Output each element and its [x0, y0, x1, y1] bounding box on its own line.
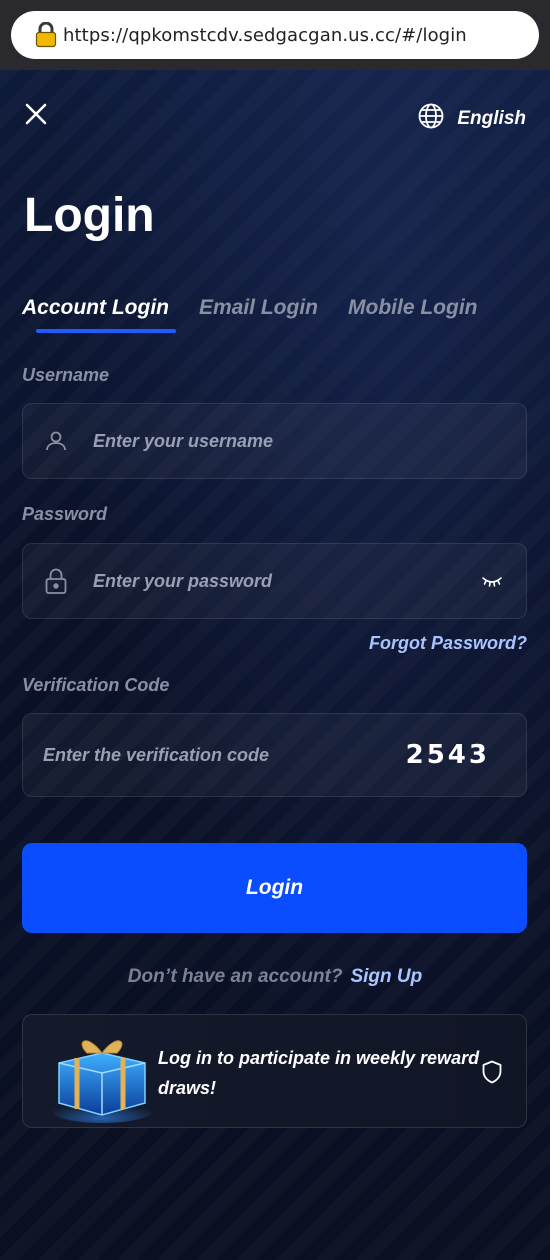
gift-box-icon — [47, 1023, 157, 1123]
login-button[interactable]: Login — [22, 843, 527, 933]
forgot-password-link[interactable]: Forgot Password? — [369, 633, 527, 654]
language-label: English — [457, 107, 526, 129]
signup-link[interactable]: Sign Up — [350, 966, 422, 987]
language-selector[interactable]: English — [417, 102, 526, 135]
username-field[interactable]: Enter your username — [22, 403, 527, 479]
verification-label: Verification Code — [22, 675, 170, 695]
page-title: Login — [24, 189, 155, 242]
captcha-image[interactable]: 2543 — [406, 740, 490, 770]
tab-email-login[interactable]: Email Login — [199, 296, 318, 320]
tab-mobile-login[interactable]: Mobile Login — [348, 296, 477, 320]
close-icon[interactable] — [22, 100, 50, 128]
verification-field[interactable]: Enter the verification code 2543 — [22, 713, 527, 797]
signup-prompt: Don’t have an account? Sign Up — [0, 966, 550, 988]
eye-closed-icon[interactable] — [480, 573, 504, 589]
reward-banner[interactable]: Log in to participate in weekly reward d… — [22, 1014, 527, 1128]
shield-icon — [481, 1059, 503, 1085]
user-icon — [41, 426, 71, 456]
globe-icon — [417, 102, 445, 135]
password-placeholder: Enter your password — [93, 570, 273, 591]
username-label: Username — [22, 365, 110, 385]
padlock-icon — [35, 22, 57, 48]
address-bar[interactable]: https://qpkomstcdv.sedgacgan.us.cc/#/log… — [11, 11, 539, 59]
url-text: https://qpkomstcdv.sedgacgan.us.cc/#/log… — [63, 24, 467, 46]
login-page: English Login Account Login Email Login Mo… — [0, 70, 550, 1260]
password-label: Password — [22, 504, 108, 524]
lock-icon — [41, 566, 71, 596]
password-field[interactable]: Enter your password — [22, 543, 527, 619]
browser-toolbar: https://qpkomstcdv.sedgacgan.us.cc/#/log… — [0, 0, 550, 70]
signup-question: Don’t have an account? — [127, 966, 343, 987]
username-placeholder: Enter your username — [93, 430, 274, 451]
tab-account-login[interactable]: Account Login — [22, 296, 169, 320]
active-tab-indicator — [36, 329, 176, 333]
verification-placeholder: Enter the verification code — [43, 744, 270, 765]
banner-text: Log in to participate in weekly reward d… — [158, 1048, 480, 1098]
